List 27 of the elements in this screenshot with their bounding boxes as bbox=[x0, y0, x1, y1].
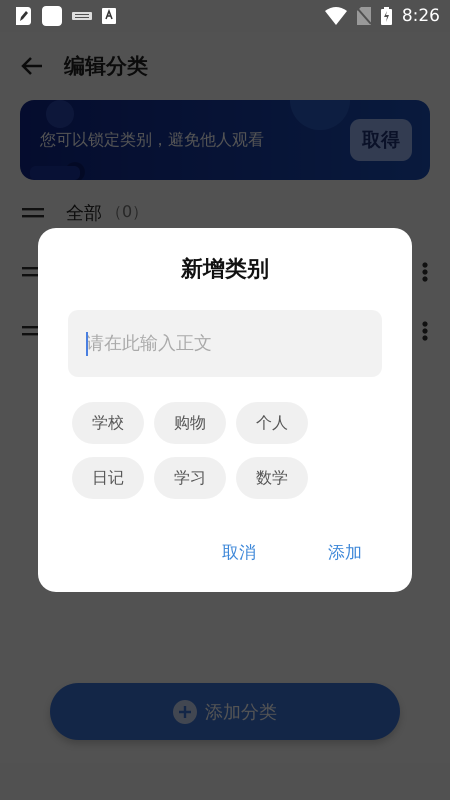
suggestion-chip[interactable]: 学校 bbox=[72, 402, 144, 444]
suggestion-chip[interactable]: 购物 bbox=[154, 402, 226, 444]
text-cursor bbox=[86, 332, 88, 356]
more-icon[interactable] bbox=[422, 320, 428, 340]
no-sim-icon bbox=[356, 7, 371, 25]
banner-text: 您可以锁定类别，避免他人观看 bbox=[40, 130, 265, 150]
cancel-button[interactable]: 取消 bbox=[216, 537, 262, 568]
add-button[interactable]: 添加 bbox=[322, 537, 368, 568]
dialog-title: 新增类别 bbox=[181, 256, 269, 284]
note-icon bbox=[12, 6, 32, 26]
input-field[interactable]: 请在此输入正文 bbox=[68, 310, 382, 377]
back-button[interactable] bbox=[20, 56, 44, 76]
page-title: 编辑分类 bbox=[64, 53, 148, 80]
drag-handle-icon[interactable] bbox=[22, 208, 44, 218]
category-name: 全部 bbox=[66, 202, 102, 224]
wifi-icon bbox=[324, 7, 347, 25]
suggestion-chip[interactable]: 学习 bbox=[154, 457, 226, 499]
more-icon[interactable] bbox=[422, 262, 428, 282]
plus-icon bbox=[173, 700, 197, 724]
suggestion-chip[interactable]: 数学 bbox=[236, 457, 308, 499]
font-icon bbox=[102, 8, 116, 24]
suggestion-chip[interactable]: 个人 bbox=[236, 402, 308, 444]
suggestion-chip[interactable]: 日记 bbox=[72, 457, 144, 499]
keyboard-icon bbox=[72, 10, 92, 22]
clock-time: 8:26 bbox=[402, 6, 440, 26]
square-icon bbox=[42, 6, 62, 26]
battery-charging-icon bbox=[380, 7, 392, 25]
